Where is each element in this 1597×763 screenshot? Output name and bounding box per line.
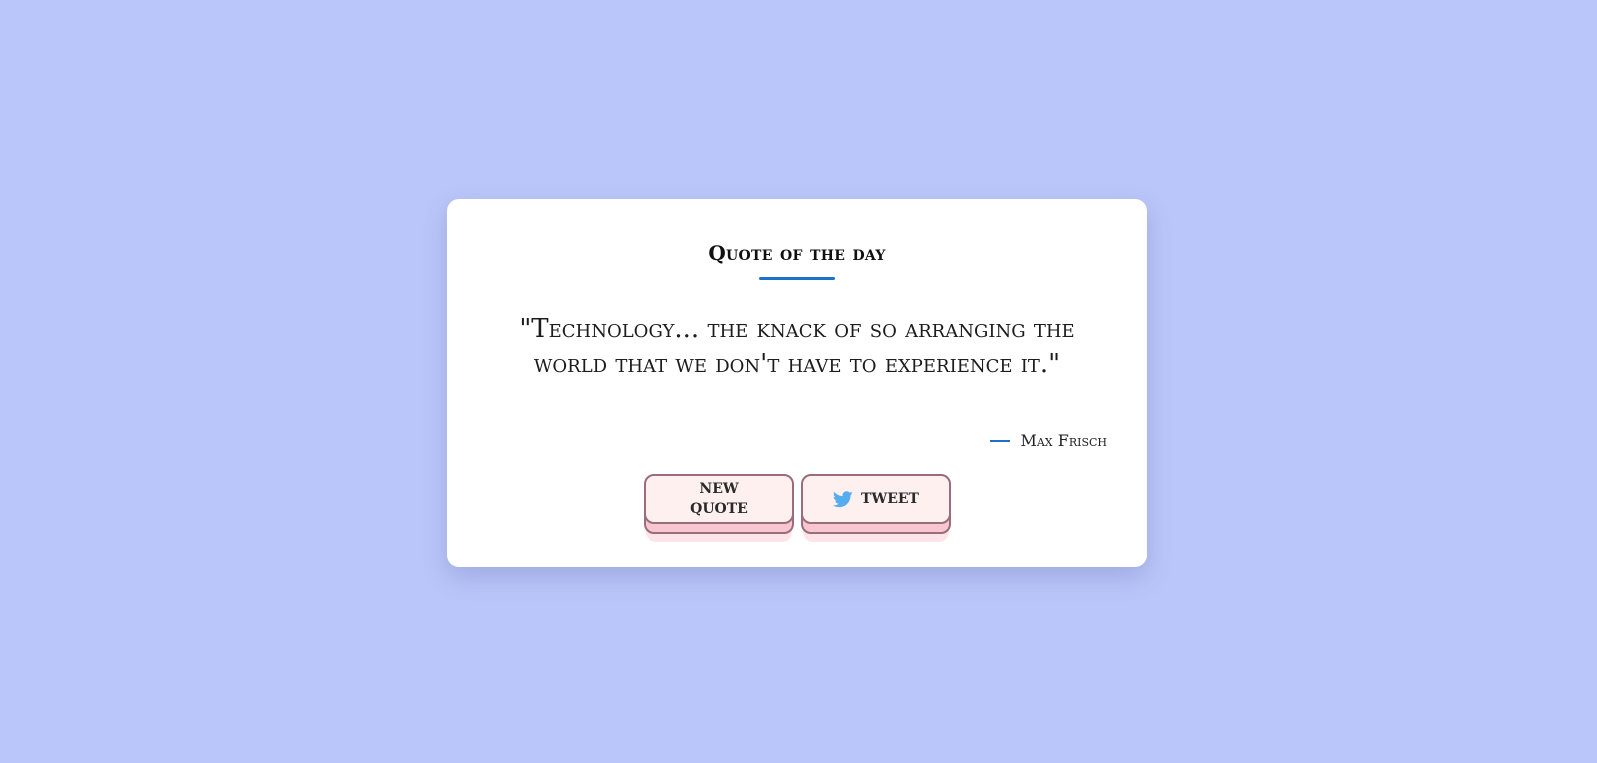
tweet-button[interactable]: Tweet — [801, 474, 951, 524]
new-quote-button[interactable]: New Quote — [644, 474, 794, 524]
new-quote-button-wrap: New Quote — [644, 474, 794, 542]
tweet-label: Tweet — [861, 491, 919, 507]
author-row: Max Frisch — [990, 431, 1107, 450]
title-underline — [759, 277, 835, 280]
new-quote-label: New Quote — [690, 481, 748, 517]
card-title: Quote of the day — [708, 241, 886, 265]
twitter-icon — [832, 490, 853, 508]
quote-text: "Technology... the knack of so arranging… — [519, 314, 1075, 379]
quote-card: Quote of the day "Technology... the knac… — [447, 199, 1147, 567]
tweet-button-wrap: Tweet — [801, 474, 951, 542]
author-dash — [990, 439, 1011, 442]
author-name: Max Frisch — [1020, 431, 1107, 450]
